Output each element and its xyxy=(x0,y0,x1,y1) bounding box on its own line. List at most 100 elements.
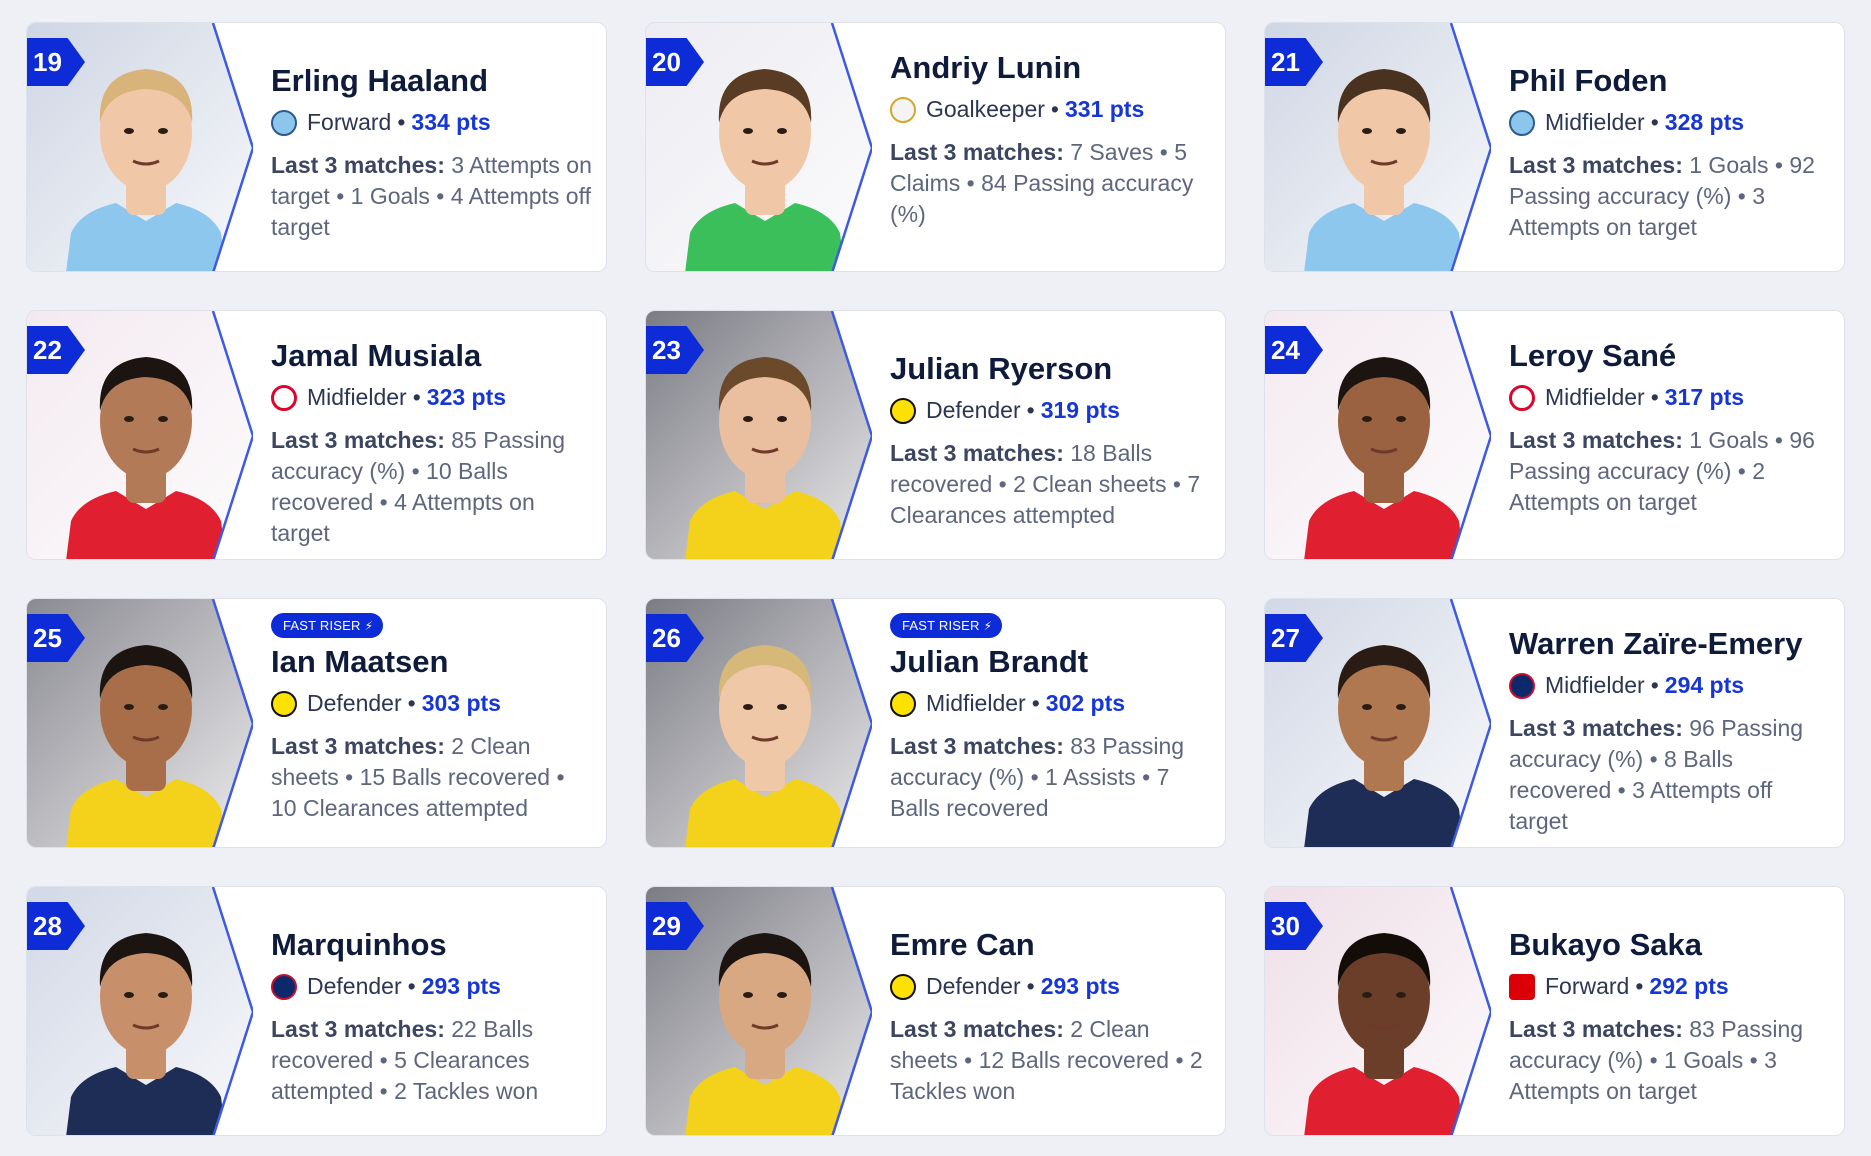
player-name[interactable]: Phil Foden xyxy=(1509,63,1830,99)
player-photo: 27 xyxy=(1265,599,1491,847)
player-name[interactable]: Bukayo Saka xyxy=(1509,927,1830,963)
player-name[interactable]: Emre Can xyxy=(890,927,1211,963)
player-position: Midfielder xyxy=(1545,384,1645,410)
stats-label: Last 3 matches: xyxy=(1509,152,1683,178)
player-points: 292 pts xyxy=(1649,973,1729,999)
player-card[interactable]: 27 Warren Zaïre-Emery Midfielder • 294 p… xyxy=(1264,598,1845,848)
player-name[interactable]: Erling Haaland xyxy=(271,63,592,99)
player-points: 319 pts xyxy=(1040,397,1120,423)
player-card[interactable]: 26 FAST RISER ⚡ Julian Brandt Midfielder … xyxy=(645,598,1226,848)
player-meta: Defender • 303 pts xyxy=(271,690,592,717)
last-matches-stats: Last 3 matches: 1 Goals • 92 Passing acc… xyxy=(1509,150,1830,243)
player-name[interactable]: Marquinhos xyxy=(271,927,592,963)
player-name[interactable]: Warren Zaïre-Emery xyxy=(1509,626,1830,662)
player-name[interactable]: Leroy Sané xyxy=(1509,338,1830,374)
stats-label: Last 3 matches: xyxy=(890,733,1064,759)
dortmund-crest-icon xyxy=(271,690,297,717)
player-position: Forward xyxy=(1545,973,1630,999)
player-info: Emre Can Defender • 293 pts Last 3 match… xyxy=(890,887,1211,1135)
player-name[interactable]: Julian Ryerson xyxy=(890,351,1211,387)
player-position: Midfielder xyxy=(926,690,1026,716)
player-card[interactable]: 19 Erling Haaland Forward • 334 pts Last… xyxy=(26,22,607,272)
player-points: 293 pts xyxy=(1040,973,1120,999)
player-photo: 21 xyxy=(1265,23,1491,271)
player-card[interactable]: 28 Marquinhos Defender • 293 pts Last 3 … xyxy=(26,886,607,1136)
player-info: FAST RISER ⚡ Ian Maatsen Defender • 303 p… xyxy=(271,599,592,847)
player-card[interactable]: 21 Phil Foden Midfielder • 328 pts Last … xyxy=(1264,22,1845,272)
player-card[interactable]: 25 FAST RISER ⚡ Ian Maatsen Defender • 30… xyxy=(26,598,607,848)
player-card[interactable]: 20 Andriy Lunin Goalkeeper • 331 pts Las… xyxy=(645,22,1226,272)
man-city-crest-icon xyxy=(271,109,297,136)
stats-label: Last 3 matches: xyxy=(890,1016,1064,1042)
player-position: Midfielder xyxy=(1545,109,1645,135)
player-card[interactable]: 22 Jamal Musiala Midfielder • 323 pts La… xyxy=(26,310,607,560)
player-card[interactable]: 24 Leroy Sané Midfielder • 317 pts Last … xyxy=(1264,310,1845,560)
player-info: Erling Haaland Forward • 334 pts Last 3 … xyxy=(271,23,592,271)
player-photo: 30 xyxy=(1265,887,1491,1135)
player-position: Defender xyxy=(926,973,1021,999)
player-info: Julian Ryerson Defender • 319 pts Last 3… xyxy=(890,311,1211,559)
separator-dot: • xyxy=(407,973,416,999)
separator-dot: • xyxy=(1031,690,1040,716)
last-matches-stats: Last 3 matches: 7 Saves • 5 Claims • 84 … xyxy=(890,137,1211,230)
last-matches-stats: Last 3 matches: 18 Balls recovered • 2 C… xyxy=(890,438,1211,531)
player-name[interactable]: Jamal Musiala xyxy=(271,338,592,374)
psg-crest-icon xyxy=(271,973,297,1000)
player-card[interactable]: 30 Bukayo Saka Forward • 292 pts Last 3 … xyxy=(1264,886,1845,1136)
player-meta: Defender • 293 pts xyxy=(890,973,1211,1000)
player-position: Goalkeeper xyxy=(926,96,1045,122)
player-info: Jamal Musiala Midfielder • 323 pts Last … xyxy=(271,311,592,559)
player-meta: Midfielder • 294 pts xyxy=(1509,672,1830,699)
lightning-icon: ⚡ xyxy=(364,619,374,633)
man-city-crest-icon xyxy=(1509,109,1535,136)
player-name[interactable]: Andriy Lunin xyxy=(890,50,1211,86)
last-matches-stats: Last 3 matches: 2 Clean sheets • 12 Ball… xyxy=(890,1014,1211,1107)
fast-riser-label: FAST RISER xyxy=(283,618,361,633)
separator-dot: • xyxy=(407,690,416,716)
player-points: 331 pts xyxy=(1064,96,1145,122)
player-meta: Goalkeeper • 331 pts xyxy=(890,96,1211,123)
player-position: Defender xyxy=(307,973,402,999)
stats-label: Last 3 matches: xyxy=(271,733,445,759)
player-points: 334 pts xyxy=(411,109,491,135)
fast-riser-badge: FAST RISER ⚡ xyxy=(890,613,1003,638)
player-card[interactable]: 23 Julian Ryerson Defender • 319 pts Las… xyxy=(645,310,1226,560)
player-photo: 24 xyxy=(1265,311,1491,559)
last-matches-stats: Last 3 matches: 96 Passing accuracy (%) … xyxy=(1509,713,1830,837)
player-photo: 29 xyxy=(646,887,872,1135)
player-meta: Midfielder • 317 pts xyxy=(1509,384,1830,411)
stats-label: Last 3 matches: xyxy=(1509,715,1683,741)
player-name[interactable]: Julian Brandt xyxy=(890,644,1211,680)
last-matches-stats: Last 3 matches: 2 Clean sheets • 15 Ball… xyxy=(271,731,592,824)
player-card[interactable]: 29 Emre Can Defender • 293 pts Last 3 ma… xyxy=(645,886,1226,1136)
player-info: Leroy Sané Midfielder • 317 pts Last 3 m… xyxy=(1509,311,1830,559)
player-photo: 25 xyxy=(27,599,253,847)
stats-label: Last 3 matches: xyxy=(890,139,1064,165)
lightning-icon: ⚡ xyxy=(983,619,993,633)
player-meta: Midfielder • 328 pts xyxy=(1509,109,1830,136)
player-points: 302 pts xyxy=(1045,690,1126,716)
last-matches-stats: Last 3 matches: 83 Passing accuracy (%) … xyxy=(1509,1014,1830,1107)
player-info: Warren Zaïre-Emery Midfielder • 294 pts … xyxy=(1509,599,1830,847)
stats-label: Last 3 matches: xyxy=(271,1016,445,1042)
player-position: Midfielder xyxy=(1545,672,1645,698)
last-matches-stats: Last 3 matches: 22 Balls recovered • 5 C… xyxy=(271,1014,592,1107)
player-points: 303 pts xyxy=(421,690,501,716)
player-photo: 26 xyxy=(646,599,872,847)
player-photo: 28 xyxy=(27,887,253,1135)
stats-label: Last 3 matches: xyxy=(1509,1016,1683,1042)
player-name[interactable]: Ian Maatsen xyxy=(271,644,592,680)
player-info: FAST RISER ⚡ Julian Brandt Midfielder • 3… xyxy=(890,599,1211,847)
arsenal-crest-icon xyxy=(1509,973,1535,1000)
player-points: 323 pts xyxy=(426,384,507,410)
player-info: Bukayo Saka Forward • 292 pts Last 3 mat… xyxy=(1509,887,1830,1135)
player-grid: 19 Erling Haaland Forward • 334 pts Last… xyxy=(26,22,1845,1136)
separator-dot: • xyxy=(412,384,421,410)
last-matches-stats: Last 3 matches: 3 Attempts on target • 1… xyxy=(271,150,592,243)
bayern-crest-icon xyxy=(271,384,297,411)
stats-label: Last 3 matches: xyxy=(271,152,445,178)
player-meta: Defender • 293 pts xyxy=(271,973,592,1000)
player-meta: Forward • 334 pts xyxy=(271,109,592,136)
player-meta: Defender • 319 pts xyxy=(890,397,1211,424)
separator-dot: • xyxy=(1026,397,1035,423)
